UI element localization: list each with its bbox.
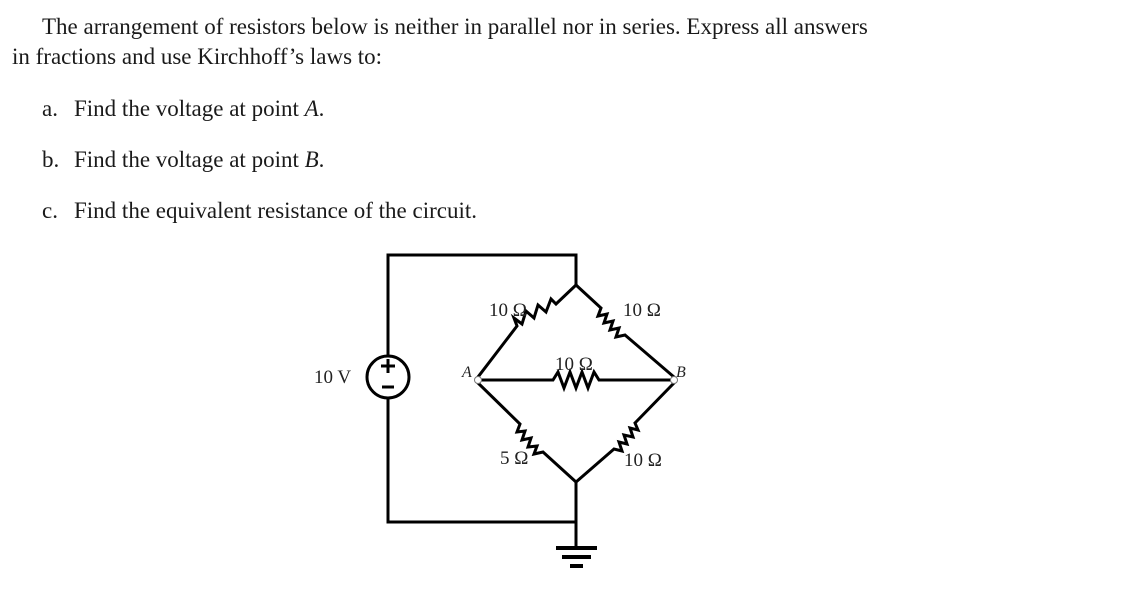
node-a-label: A (461, 364, 472, 381)
r-top-left-label: 10 Ω (489, 300, 527, 321)
source-label: 10 V (314, 367, 351, 388)
node-a-dot (474, 376, 482, 384)
r-bottom-left-label: 5 Ω (500, 448, 528, 469)
ground-icon (556, 546, 597, 568)
wire-bottom (386, 396, 578, 524)
r-bottom-right-label: 10 Ω (624, 450, 662, 471)
node-b-label: B (676, 364, 686, 381)
r-top-right-label: 10 Ω (623, 300, 661, 321)
circuit-diagram: 10 V A B 10 Ω 10 Ω 10 Ω 5 Ω 10 Ω (314, 253, 686, 568)
r-middle-label: 10 Ω (555, 354, 593, 375)
